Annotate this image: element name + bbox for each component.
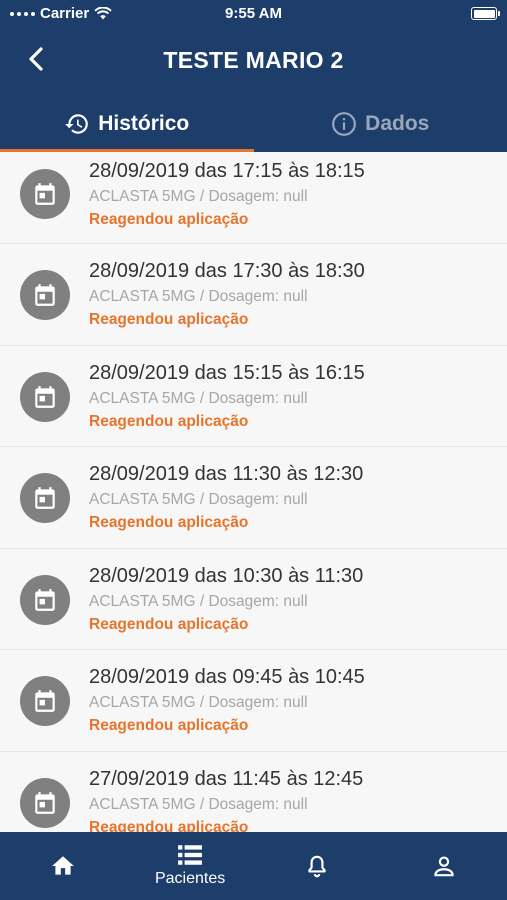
item-detail: ACLASTA 5MG / Dosagem: null bbox=[89, 694, 308, 711]
item-status: Reagendou aplicação bbox=[89, 615, 249, 633]
page-title: TESTE MARIO 2 bbox=[163, 47, 344, 73]
bottom-tab-bar: Pacientes bbox=[0, 832, 507, 900]
history-list: 28/09/2019 das 17:15 às 18:15 ACLASTA 5M… bbox=[0, 152, 507, 832]
calendar-icon bbox=[20, 574, 70, 625]
item-date: 28/09/2019 das 10:30 às 11:30 bbox=[89, 564, 364, 587]
calendar-icon bbox=[20, 270, 70, 320]
history-icon bbox=[65, 114, 89, 134]
navigation-bar: TESTE MARIO 2 bbox=[0, 34, 507, 86]
tab-historico[interactable]: Histórico bbox=[0, 96, 254, 152]
tab-dados-label: Dados bbox=[365, 112, 430, 135]
list-item[interactable]: 28/09/2019 das 15:15 às 16:15 ACLASTA 5M… bbox=[0, 345, 507, 447]
list-icon bbox=[178, 845, 203, 865]
user-icon bbox=[433, 856, 454, 877]
bell-icon bbox=[308, 855, 326, 878]
nav-pacientes-label: Pacientes bbox=[154, 870, 226, 887]
status-bar: Carrier 9:55 AM bbox=[0, 0, 507, 28]
app-header: Carrier 9:55 AM TESTE MARIO 2 Histórico bbox=[0, 0, 507, 152]
item-detail: ACLASTA 5MG / Dosagem: null bbox=[89, 188, 308, 205]
tab-historico-label: Histórico bbox=[98, 112, 190, 135]
item-status: Reagendou aplicação bbox=[89, 514, 249, 531]
tab-bar: Histórico Dados bbox=[0, 96, 507, 152]
item-date: 28/09/2019 das 15:15 às 16:15 bbox=[89, 361, 365, 384]
item-status: Reagendou aplicação bbox=[89, 717, 249, 734]
item-detail: ACLASTA 5MG / Dosagem: null bbox=[89, 389, 308, 407]
item-status: Reagendou aplicação bbox=[89, 311, 249, 328]
item-status: Reagendou aplicação bbox=[89, 818, 249, 833]
home-icon bbox=[52, 856, 75, 875]
nav-notifications[interactable] bbox=[254, 832, 381, 900]
battery-icon bbox=[471, 7, 500, 20]
list-item[interactable]: 28/09/2019 das 11:30 às 12:30 ACLASTA 5M… bbox=[0, 447, 507, 549]
item-date: 28/09/2019 das 17:15 às 18:15 bbox=[89, 160, 365, 182]
calendar-icon bbox=[20, 473, 70, 523]
status-time: 9:55 AM bbox=[225, 5, 282, 22]
item-status: Reagendou aplicação bbox=[89, 211, 249, 228]
calendar-icon bbox=[20, 169, 70, 219]
item-detail: ACLASTA 5MG / Dosagem: null bbox=[89, 288, 308, 305]
item-status: Reagendou aplicação bbox=[89, 412, 249, 430]
item-date: 28/09/2019 das 09:45 às 10:45 bbox=[89, 666, 365, 688]
nav-profile[interactable] bbox=[380, 832, 507, 900]
item-detail: ACLASTA 5MG / Dosagem: null bbox=[89, 795, 308, 813]
nav-home[interactable] bbox=[0, 832, 127, 900]
calendar-icon bbox=[20, 676, 70, 726]
item-date: 28/09/2019 das 11:30 às 12:30 bbox=[89, 463, 364, 485]
list-item[interactable]: 28/09/2019 das 17:30 às 18:30 ACLASTA 5M… bbox=[0, 244, 507, 346]
item-detail: ACLASTA 5MG / Dosagem: null bbox=[89, 592, 308, 610]
nav-pacientes[interactable]: Pacientes bbox=[127, 832, 254, 900]
calendar-icon bbox=[20, 777, 70, 828]
list-item[interactable]: 28/09/2019 das 17:15 às 18:15 ACLASTA 5M… bbox=[0, 152, 507, 244]
list-item[interactable]: 28/09/2019 das 09:45 às 10:45 ACLASTA 5M… bbox=[0, 650, 507, 752]
tab-dados[interactable]: Dados bbox=[254, 96, 507, 152]
calendar-icon bbox=[20, 371, 70, 422]
item-date: 28/09/2019 das 17:30 às 18:30 bbox=[89, 260, 365, 282]
list-item[interactable]: 27/09/2019 das 11:45 às 12:45 ACLASTA 5M… bbox=[0, 751, 507, 833]
item-date: 27/09/2019 das 11:45 às 12:45 bbox=[89, 767, 364, 790]
item-detail: ACLASTA 5MG / Dosagem: null bbox=[89, 491, 308, 508]
list-item[interactable]: 28/09/2019 das 10:30 às 11:30 ACLASTA 5M… bbox=[0, 548, 507, 650]
info-icon bbox=[332, 112, 357, 136]
